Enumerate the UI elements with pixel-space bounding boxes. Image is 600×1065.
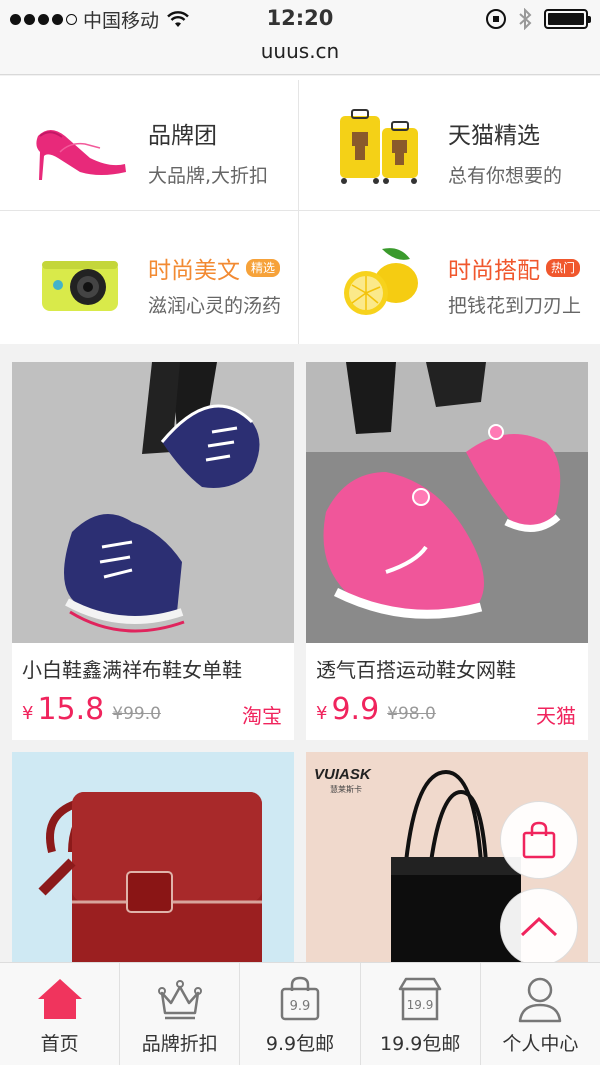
feature-fashion-articles[interactable]: 时尚美文 精选 滋润心灵的汤药 (0, 211, 299, 344)
product-image-navy-canvas-shoes (12, 362, 294, 643)
original-price: ¥98.0 (387, 704, 436, 724)
product-card[interactable]: 透气百搭运动鞋女网鞋 ¥ 9.9 ¥98.0 天猫 (306, 362, 588, 740)
original-price: ¥99.0 (112, 704, 161, 724)
shop-source: 天猫 (536, 704, 576, 728)
product-card[interactable] (12, 752, 294, 962)
tab-home[interactable]: 首页 (0, 963, 121, 1065)
action-camera-image (42, 261, 118, 311)
shopping-bag-icon (522, 821, 556, 859)
price-value: 15.8 (37, 692, 105, 727)
product-image-red-leather-bag (12, 752, 294, 962)
currency-symbol: ¥ (22, 703, 34, 724)
tab-label: 9.9包邮 (265, 1033, 335, 1055)
feature-title-text: 时尚美文 (148, 258, 240, 284)
brand-subtitle: 慧莱斯卡 (330, 785, 362, 794)
feature-grid: 品牌团 大品牌,大折扣 天猫精选 总有你想要的 时尚美文 精选 滋润心灵的汤药 … (0, 76, 600, 344)
status-bar: 中国移动 12:20 (0, 0, 600, 40)
shop-icon: 19.9 (398, 977, 442, 1021)
battery-icon (544, 9, 591, 29)
tab-brand-discount[interactable]: 品牌折扣 (120, 963, 241, 1065)
price-value: 9.9 (331, 692, 380, 727)
yellow-suitcases-image (340, 109, 418, 184)
tab-label: 19.9包邮 (380, 1033, 461, 1055)
bottom-tab-bar: 首页 品牌折扣 9.9 9.9包邮 19.9 19.9包邮 个人中心 (0, 962, 600, 1065)
tab-label: 个人中心 (502, 1033, 579, 1055)
chevron-up-icon (520, 916, 558, 937)
url-bar[interactable]: uuus.cn (0, 40, 600, 75)
product-card[interactable]: 小白鞋鑫满祥布鞋女单鞋 ¥ 15.8 ¥99.0 淘宝 (12, 362, 294, 740)
tab-profile[interactable]: 个人中心 (481, 963, 600, 1065)
product-price: ¥ 9.9 ¥98.0 (316, 692, 436, 727)
feature-title: 天猫精选 (448, 123, 540, 149)
feature-tmall-selection[interactable]: 天猫精选 总有你想要的 (300, 76, 599, 210)
crown-icon (157, 980, 202, 1020)
hot-badge: 热门 (546, 259, 581, 277)
bluetooth-icon (519, 8, 532, 30)
url-text: uuus.cn (260, 39, 340, 63)
brand-logo: VUIASK (314, 766, 371, 783)
bag-icon: 9.9 (280, 976, 320, 1021)
tab-19-9-free-shipping[interactable]: 19.9 19.9包邮 (361, 963, 481, 1065)
product-name: 透气百搭运动鞋女网鞋 (316, 658, 516, 682)
feature-subtitle: 把钱花到刀刃上 (448, 295, 582, 317)
pink-high-heel-image (36, 130, 126, 180)
shop-source: 淘宝 (242, 704, 282, 728)
tab-icon-text: 19.9 (407, 998, 434, 1012)
back-to-top-button[interactable] (500, 888, 578, 966)
feature-fashion-matching[interactable]: 时尚搭配 热门 把钱花到刀刃上 (300, 211, 599, 344)
feature-title: 时尚搭配 热门 (448, 251, 581, 285)
lemons-image (344, 248, 418, 315)
feature-title-text: 时尚搭配 (448, 258, 540, 284)
feature-subtitle: 总有你想要的 (448, 165, 563, 187)
featured-badge: 精选 (246, 259, 281, 277)
tab-icon-text: 9.9 (290, 999, 311, 1014)
user-icon (519, 977, 562, 1023)
tab-9-9-free-shipping[interactable]: 9.9 9.9包邮 (240, 963, 361, 1065)
cart-button[interactable] (500, 801, 578, 879)
feature-subtitle: 大品牌,大折扣 (148, 165, 269, 187)
product-price: ¥ 15.8 ¥99.0 (22, 692, 161, 727)
product-image-pink-mesh-sneakers (306, 362, 588, 643)
tab-label: 首页 (40, 1033, 79, 1055)
feature-subtitle: 滋润心灵的汤药 (148, 295, 282, 317)
rotation-lock-icon (486, 9, 506, 29)
home-icon (37, 979, 82, 1019)
product-name: 小白鞋鑫满祥布鞋女单鞋 (22, 658, 242, 682)
currency-symbol: ¥ (316, 703, 328, 724)
feature-brand-group[interactable]: 品牌团 大品牌,大折扣 (0, 76, 299, 210)
feature-title: 品牌团 (148, 123, 217, 149)
tab-label: 品牌折扣 (141, 1033, 218, 1055)
feature-title: 时尚美文 精选 (148, 251, 281, 285)
